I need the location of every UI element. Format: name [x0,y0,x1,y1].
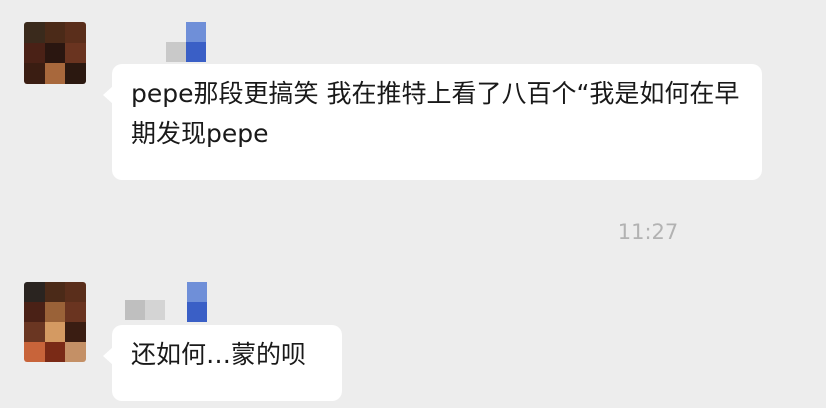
sender-name [125,282,225,322]
message-text: pepe那段更搞笑 我在推特上看了八百个“我是如何在早期发现pepe [131,79,740,148]
sender-name [166,22,216,62]
timestamp: 11:27 [617,220,679,244]
message-bubble[interactable]: pepe那段更搞笑 我在推特上看了八百个“我是如何在早期发现pepe [103,64,762,180]
avatar[interactable] [24,22,86,84]
message-bubble[interactable]: 还如何…蒙的呗 [103,325,342,401]
message-text: 还如何…蒙的呗 [131,340,307,369]
avatar[interactable] [24,282,86,362]
